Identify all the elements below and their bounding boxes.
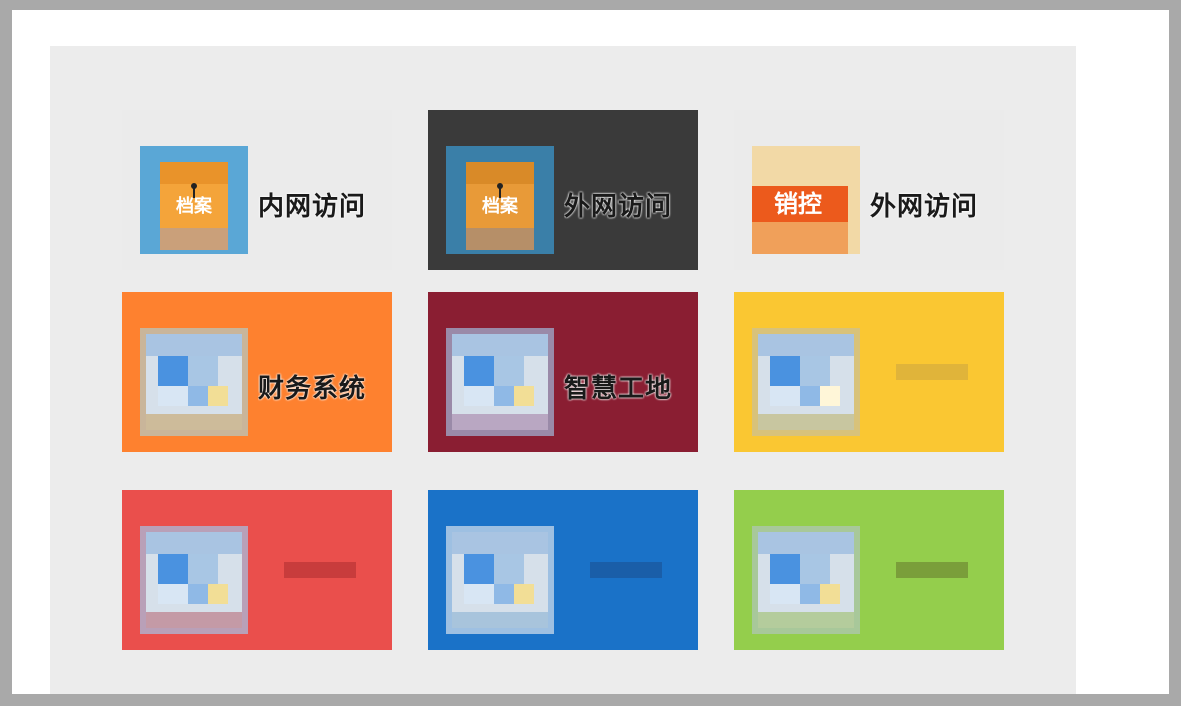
app-window-icon [446,526,554,634]
tile-label: 内网访问 [258,192,367,222]
archive-icon: 档案 [140,146,248,254]
window-frame: 档案 内网访问 档案 外网访问 销控 外网访问 财务系统 智慧工地 [12,10,1169,694]
tile-app-blue[interactable] [428,490,698,650]
tile-label: 智慧工地 [564,374,673,404]
archive-icon: 档案 [446,146,554,254]
tile-label-placeholder [896,562,968,578]
tile-extranet-archive[interactable]: 档案 外网访问 [428,110,698,270]
tile-app-red[interactable] [122,490,392,650]
app-window-icon [140,526,248,634]
sales-control-icon-text: 销控 [774,190,822,218]
sales-control-icon: 销控 [752,146,860,254]
archive-icon-text: 档案 [482,195,519,217]
tile-label-placeholder [590,562,662,578]
tile-label: 财务系统 [258,374,367,404]
archive-icon-text: 档案 [176,195,213,217]
tile-label-placeholder [896,364,968,380]
tile-smart-site[interactable]: 智慧工地 [428,292,698,452]
app-window-icon [752,526,860,634]
tile-extranet-sales-control[interactable]: 销控 外网访问 [734,110,1004,270]
tile-app-yellow[interactable] [734,292,1004,452]
app-launcher-panel: 档案 内网访问 档案 外网访问 销控 外网访问 财务系统 智慧工地 [50,46,1076,694]
app-window-icon [140,328,248,436]
tile-intranet-archive[interactable]: 档案 内网访问 [122,110,392,270]
tile-finance-system[interactable]: 财务系统 [122,292,392,452]
tile-app-green[interactable] [734,490,1004,650]
tile-label-placeholder [284,562,356,578]
app-window-icon [446,328,554,436]
tile-label: 外网访问 [870,192,979,222]
app-window-icon [752,328,860,436]
tile-label: 外网访问 [564,192,673,222]
